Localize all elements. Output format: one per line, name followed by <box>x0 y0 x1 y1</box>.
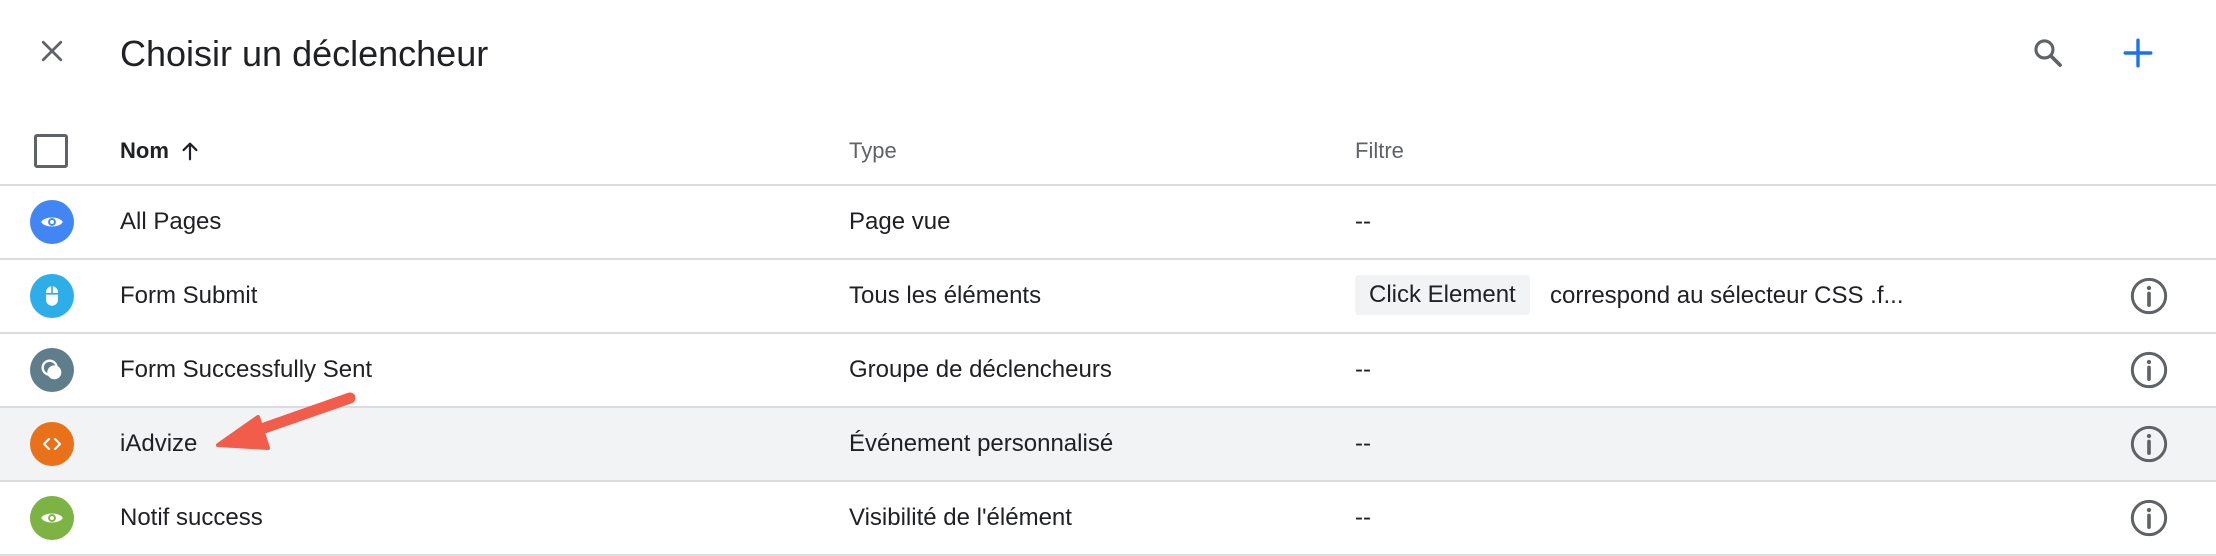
trigger-filter: -- <box>1355 430 1371 457</box>
filter-variable-chip: Click Element <box>1355 275 1530 315</box>
search-icon <box>2034 39 2062 67</box>
close-icon <box>41 40 63 62</box>
eye-icon <box>30 200 74 244</box>
info-icon <box>2130 499 2168 537</box>
table-row[interactable]: Form Successfully Sent Groupe de déclenc… <box>0 334 2216 408</box>
eye-icon <box>30 496 74 540</box>
info-button[interactable] <box>2129 498 2169 538</box>
select-all-checkbox[interactable] <box>34 134 68 168</box>
trigger-name: Notif success <box>120 504 263 531</box>
trigger-type: Visibilité de l'élément <box>849 504 1072 531</box>
trigger-filter: -- <box>1355 504 1371 531</box>
info-icon <box>2130 425 2168 463</box>
column-header-name[interactable]: Nom <box>120 136 201 166</box>
trigger-name: Form Submit <box>120 282 258 309</box>
trigger-name: iAdvize <box>120 430 198 457</box>
info-button[interactable] <box>2129 276 2169 316</box>
arrow-up-icon <box>182 142 198 161</box>
trigger-filter: -- <box>1355 356 1371 383</box>
add-trigger-button[interactable] <box>2114 29 2162 77</box>
info-icon <box>2130 277 2168 315</box>
trigger-type: Page vue <box>849 208 951 235</box>
trigger-filter: correspond au sélecteur CSS .f... <box>1550 282 1904 309</box>
info-icon <box>2130 351 2168 389</box>
trigger-filter: -- <box>1355 208 1371 235</box>
code-icon <box>30 422 74 466</box>
dialog-header: Choisir un déclencheur <box>0 0 2216 110</box>
column-header-type: Type <box>849 138 897 163</box>
trigger-type: Événement personnalisé <box>849 430 1114 457</box>
trigger-name: Form Successfully Sent <box>120 356 373 383</box>
mouse-icon <box>30 274 74 318</box>
column-header-filter: Filtre <box>1355 138 1404 163</box>
table-header: Nom Type Filtre <box>0 112 2216 186</box>
close-button[interactable] <box>28 27 76 75</box>
trigger-type: Tous les éléments <box>849 282 1042 309</box>
search-button[interactable] <box>2024 29 2072 77</box>
info-button[interactable] <box>2129 424 2169 464</box>
table-row[interactable]: All Pages Page vue -- <box>0 186 2216 260</box>
table-row[interactable]: iAdvize Événement personnalisé -- <box>0 408 2216 482</box>
column-header-name-label: Nom <box>120 138 169 163</box>
info-button[interactable] <box>2129 350 2169 390</box>
table-row[interactable]: Form Submit Tous les éléments Click Elem… <box>0 260 2216 334</box>
trigger-name: All Pages <box>120 208 222 235</box>
plus-icon <box>2123 38 2153 68</box>
page-title: Choisir un déclencheur <box>120 33 489 74</box>
trigger-group-icon <box>30 348 74 392</box>
table-row[interactable]: Notif success Visibilité de l'élément -- <box>0 482 2216 556</box>
trigger-type: Groupe de déclencheurs <box>849 356 1112 383</box>
